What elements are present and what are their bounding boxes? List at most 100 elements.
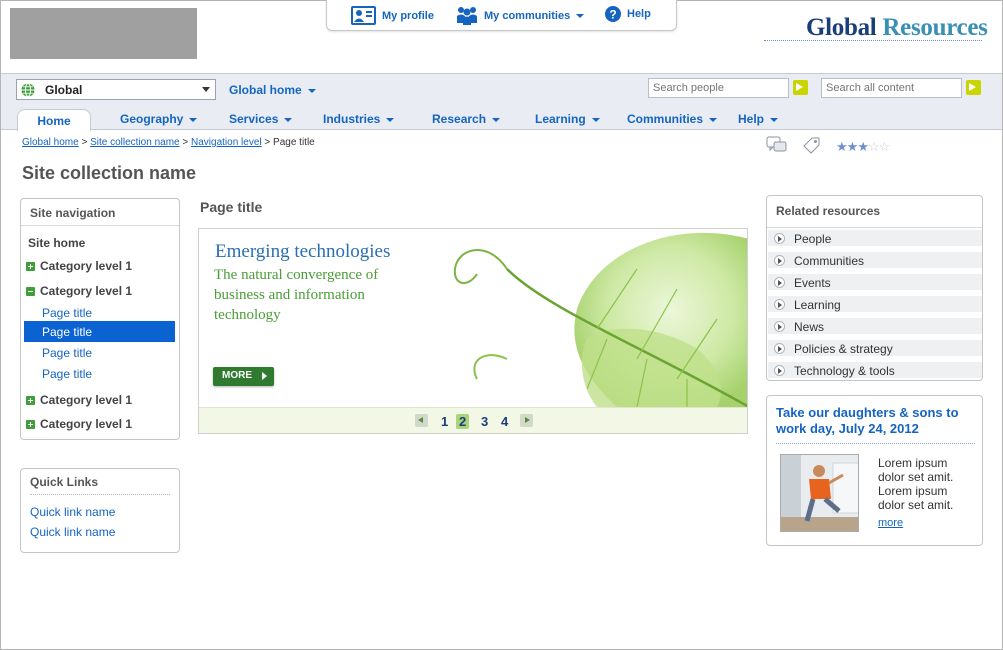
expand-icon (26, 420, 35, 429)
page-number[interactable]: 4 (501, 414, 508, 429)
breadcrumb: Global home > Site collection name > Nav… (22, 137, 315, 148)
page-number[interactable]: 3 (481, 414, 488, 429)
arrow-right-icon (774, 343, 785, 354)
promo-text: Lorem ipsum dolor set amit. Lorem ipsum … (878, 456, 954, 512)
site-home-link[interactable]: Site home (28, 236, 186, 250)
page-link[interactable]: Page title (42, 367, 200, 381)
related-item-news[interactable]: News (768, 316, 982, 334)
page-number-current[interactable]: 2 (456, 414, 470, 429)
page-link[interactable]: Page title (42, 306, 200, 320)
globe-icon (21, 82, 35, 97)
tab-help[interactable]: Help (738, 112, 779, 126)
breadcrumb-link[interactable]: Global home (22, 137, 79, 148)
breadcrumb-link[interactable]: Site collection name (90, 137, 180, 148)
arrow-right-icon (774, 277, 785, 288)
help-link[interactable]: ? Help (605, 6, 651, 22)
related-item-learning[interactable]: Learning (768, 294, 982, 312)
related-item-people[interactable]: People (768, 228, 982, 246)
breadcrumb-current: Page title (273, 137, 315, 148)
page-tools (766, 136, 822, 154)
site-navigation-panel: Site navigation Site home Category level… (20, 198, 180, 440)
my-communities-link[interactable]: My communities (456, 6, 585, 25)
site-navigation-heading: Site navigation (21, 199, 179, 226)
comments-icon[interactable] (766, 136, 788, 154)
chevron-down-icon (284, 117, 293, 122)
page-number[interactable]: 1 (441, 414, 448, 429)
brand-logo: Global Resources (806, 14, 988, 41)
hero-title: Emerging technologies (215, 241, 391, 262)
related-item-policies[interactable]: Policies & strategy (768, 338, 982, 356)
brand-underline (764, 40, 982, 41)
global-home-menu[interactable]: Global home (229, 83, 316, 97)
site-title: Site collection name (22, 163, 197, 183)
star-filled-icon: ★ (836, 139, 848, 154)
arrow-right-icon (774, 321, 785, 332)
chevron-down-icon (189, 117, 198, 122)
category-level-1[interactable]: Category level 1 (26, 259, 184, 273)
chevron-down-icon (591, 117, 600, 122)
profile-card-icon (351, 6, 376, 25)
tab-communities[interactable]: Communities (627, 112, 718, 126)
my-profile-link[interactable]: My profile (351, 6, 434, 25)
logo-placeholder (10, 8, 197, 59)
next-arrow-icon[interactable] (520, 414, 533, 427)
arrow-right-icon (774, 255, 785, 266)
category-level-1[interactable]: Category level 1 (26, 393, 184, 407)
page-link[interactable]: Page title (42, 346, 200, 360)
hero-more-button[interactable]: MORE (213, 367, 274, 386)
related-resources-heading: Related resources (767, 196, 982, 228)
related-resources-panel: Related resources People Communities Eve… (766, 195, 983, 381)
help-label: Help (627, 8, 651, 20)
carousel-pager: 1 2 3 4 (199, 407, 747, 433)
breadcrumb-link[interactable]: Navigation level (191, 137, 262, 148)
tab-research[interactable]: Research (432, 112, 501, 126)
promo-photo (780, 454, 859, 532)
my-profile-label: My profile (382, 9, 434, 22)
expand-icon (26, 396, 35, 405)
tab-learning[interactable]: Learning (535, 112, 600, 126)
star-empty-icon: ☆ (867, 139, 880, 154)
svg-text:?: ? (609, 8, 616, 22)
star-filled-icon: ★ (846, 139, 859, 154)
page-link-selected[interactable]: Page title (24, 321, 175, 342)
child-photo-icon (781, 455, 858, 531)
search-content-go-button[interactable] (966, 80, 981, 95)
search-people-go-button[interactable] (793, 80, 808, 95)
tab-industries[interactable]: Industries (323, 112, 395, 126)
chevron-down-icon (576, 13, 585, 18)
promo-more-link[interactable]: more (878, 517, 903, 529)
expand-icon (26, 262, 35, 271)
tab-geography[interactable]: Geography (120, 112, 198, 126)
scope-selected: Global (45, 82, 83, 97)
search-people-input[interactable] (648, 78, 789, 98)
scope-dropdown[interactable]: Global (16, 79, 216, 100)
hero-carousel: Emerging technologies The natural conver… (198, 228, 748, 434)
chevron-down-icon (492, 117, 501, 122)
help-icon: ? (605, 6, 621, 22)
category-level-1[interactable]: Category level 1 (26, 417, 184, 431)
collapse-icon (26, 287, 35, 296)
star-empty-icon: ☆ (878, 139, 891, 154)
search-content-input[interactable] (821, 78, 962, 98)
related-item-technology[interactable]: Technology & tools (768, 360, 982, 378)
quick-link[interactable]: Quick link name (30, 525, 188, 539)
quick-links-panel: Quick Links Quick link name Quick link n… (20, 468, 180, 553)
leaf-image (453, 232, 747, 407)
star-filled-icon: ★ (857, 139, 869, 154)
tag-icon[interactable] (802, 136, 822, 154)
category-level-1-expanded[interactable]: Category level 1 (26, 284, 184, 298)
related-item-events[interactable]: Events (768, 272, 982, 290)
arrow-right-icon (774, 365, 785, 376)
people-group-icon (457, 7, 477, 25)
chevron-down-icon (709, 117, 718, 122)
chevron-down-icon (202, 87, 210, 92)
chevron-down-icon (386, 117, 395, 122)
tab-services[interactable]: Services (229, 112, 293, 126)
promo-title-link[interactable]: Take our daughters & sons to work day, J… (776, 405, 976, 437)
tab-home[interactable]: Home (17, 109, 91, 131)
prev-arrow-icon[interactable] (415, 414, 428, 427)
related-item-communities[interactable]: Communities (768, 250, 982, 268)
quick-link[interactable]: Quick link name (30, 505, 188, 519)
rating-stars[interactable]: ★★★☆☆ (836, 139, 891, 155)
arrow-right-icon (774, 233, 785, 244)
